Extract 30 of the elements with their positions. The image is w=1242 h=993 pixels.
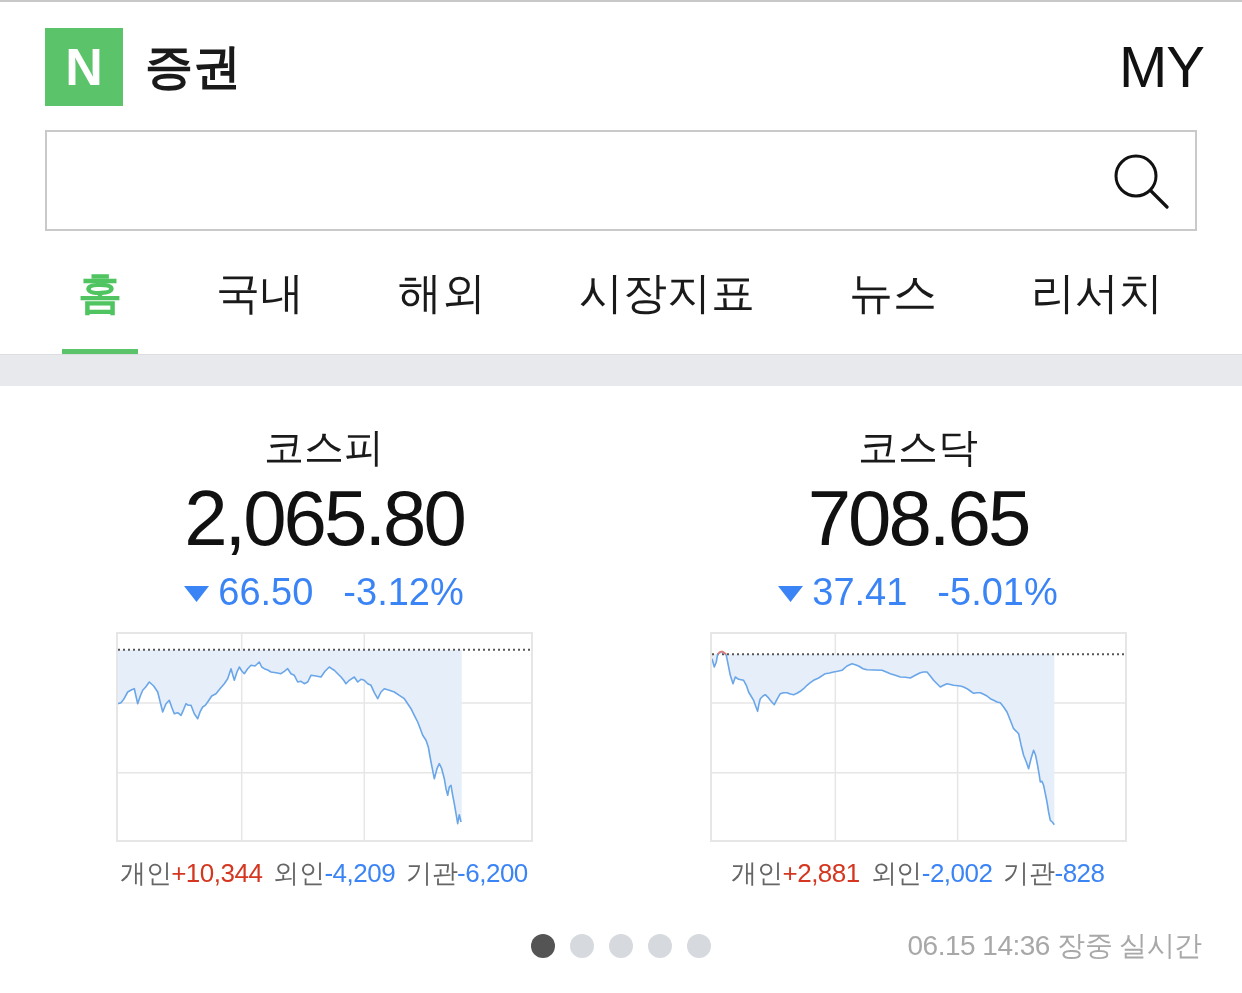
index-value: 2,065.80: [184, 477, 464, 559]
investor-value: +10,344: [171, 857, 263, 889]
investor-label: 기관: [1003, 857, 1055, 889]
investor-label: 개인: [120, 857, 172, 889]
investor-value: -828: [1054, 857, 1105, 889]
index-name[interactable]: 코스피: [264, 423, 384, 471]
change-rate: -3.12%: [343, 570, 464, 614]
search-field[interactable]: [45, 130, 1197, 231]
investor-value: -4,209: [324, 857, 396, 889]
my-link[interactable]: MY: [1119, 38, 1204, 96]
index-value: 708.65: [807, 477, 1029, 559]
change-amount: 66.50: [218, 570, 314, 614]
tab[interactable]: 리서치: [1015, 231, 1179, 354]
investor-label: 외인: [273, 857, 325, 889]
investor-value: +2,881: [782, 857, 860, 889]
change-amount: 37.41: [812, 570, 908, 614]
tab[interactable]: 뉴스: [833, 231, 954, 354]
change-rate: -5.01%: [937, 570, 1058, 614]
investor-value: -6,200: [457, 857, 528, 889]
tab[interactable]: 시장지표: [563, 231, 772, 354]
tab[interactable]: 해외: [381, 231, 502, 354]
investor-label: 개인: [731, 857, 783, 889]
investor-value: -2,002: [921, 857, 993, 889]
update-time: 06.15 14:36 장중 실시간: [907, 930, 1202, 962]
index-name[interactable]: 코스닥: [858, 423, 978, 471]
investor-label: 기관: [406, 857, 458, 889]
page-title: 증권: [145, 43, 241, 91]
search-icon[interactable]: [1113, 152, 1169, 209]
tab[interactable]: 국내: [199, 231, 320, 354]
investor-label: 외인: [870, 857, 922, 889]
